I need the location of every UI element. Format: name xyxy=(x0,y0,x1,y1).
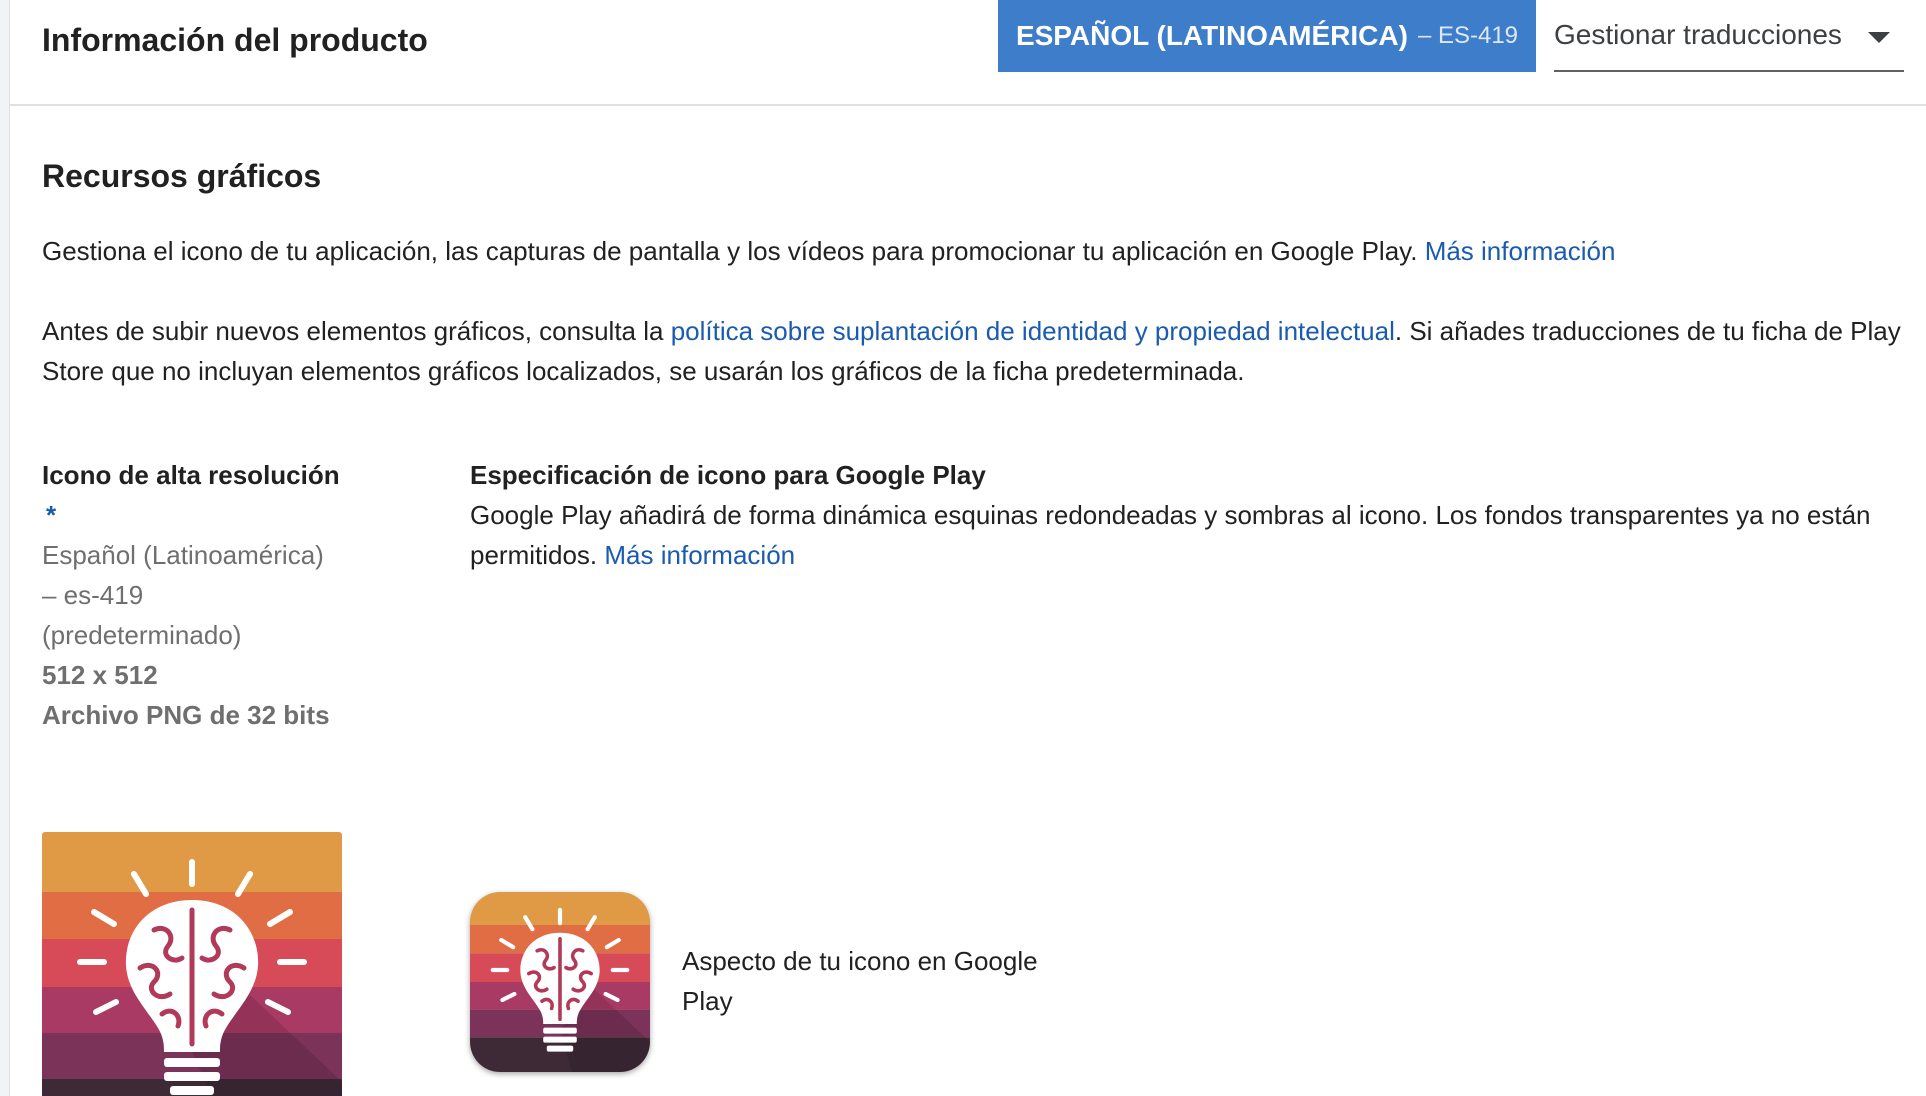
language-button-label: ESPAÑOL (LATINOAMÉRICA) xyxy=(1015,20,1408,51)
manage-translations-dropdown[interactable]: Gestionar traducciones xyxy=(1554,0,1904,72)
icon-field-dimensions: 512 x 512 xyxy=(42,660,158,690)
intro-text: Gestiona el icono de tu aplicación, las … xyxy=(42,236,1418,266)
language-button[interactable]: ESPAÑOL (LATINOAMÉRICA) – ES-419 xyxy=(998,0,1536,72)
page-title: Información del producto xyxy=(42,22,428,58)
section-title: Recursos gráficos xyxy=(42,158,322,194)
required-mark: * xyxy=(46,500,57,530)
icon-field-language: Español (Latinoamérica) – es-419 (predet… xyxy=(42,540,324,650)
intro-more-info-link[interactable]: Más información xyxy=(1425,236,1616,266)
policy-text-before: Antes de subir nuevos elementos gráficos… xyxy=(42,316,664,346)
policy-link[interactable]: política sobre suplantación de identidad… xyxy=(671,316,1395,346)
brain-bulb-icon xyxy=(42,832,342,1096)
manage-translations-label: Gestionar traducciones xyxy=(1554,19,1842,50)
icon-spec-more-info-link[interactable]: Más información xyxy=(604,540,795,570)
icon-field-title: Icono de alta resolución xyxy=(42,460,340,490)
icon-spec-title: Especificación de icono para Google Play xyxy=(470,460,986,490)
icon-spec-body: Google Play añadirá de forma dinámica es… xyxy=(470,495,1890,575)
language-button-code: – ES-419 xyxy=(1417,22,1519,49)
left-border xyxy=(0,0,10,1096)
intro-paragraph: Gestiona el icono de tu aplicación, las … xyxy=(42,231,1912,271)
policy-paragraph: Antes de subir nuevos elementos gráficos… xyxy=(42,311,1912,391)
chevron-down-icon xyxy=(1868,32,1890,43)
uploaded-icon-preview[interactable] xyxy=(42,832,342,1096)
preview-caption: Aspecto de tu icono en Google Play xyxy=(682,946,1038,1016)
brain-bulb-icon xyxy=(470,892,650,1072)
icon-spec: Especificación de icono para Google Play… xyxy=(470,455,1890,575)
icon-field-format: Archivo PNG de 32 bits xyxy=(42,700,330,730)
icon-field-info: Icono de alta resolución * Español (Lati… xyxy=(42,455,422,735)
page-header: Información del producto ESPAÑOL (LATINO… xyxy=(10,0,1926,106)
google-play-icon-preview xyxy=(470,892,650,1072)
